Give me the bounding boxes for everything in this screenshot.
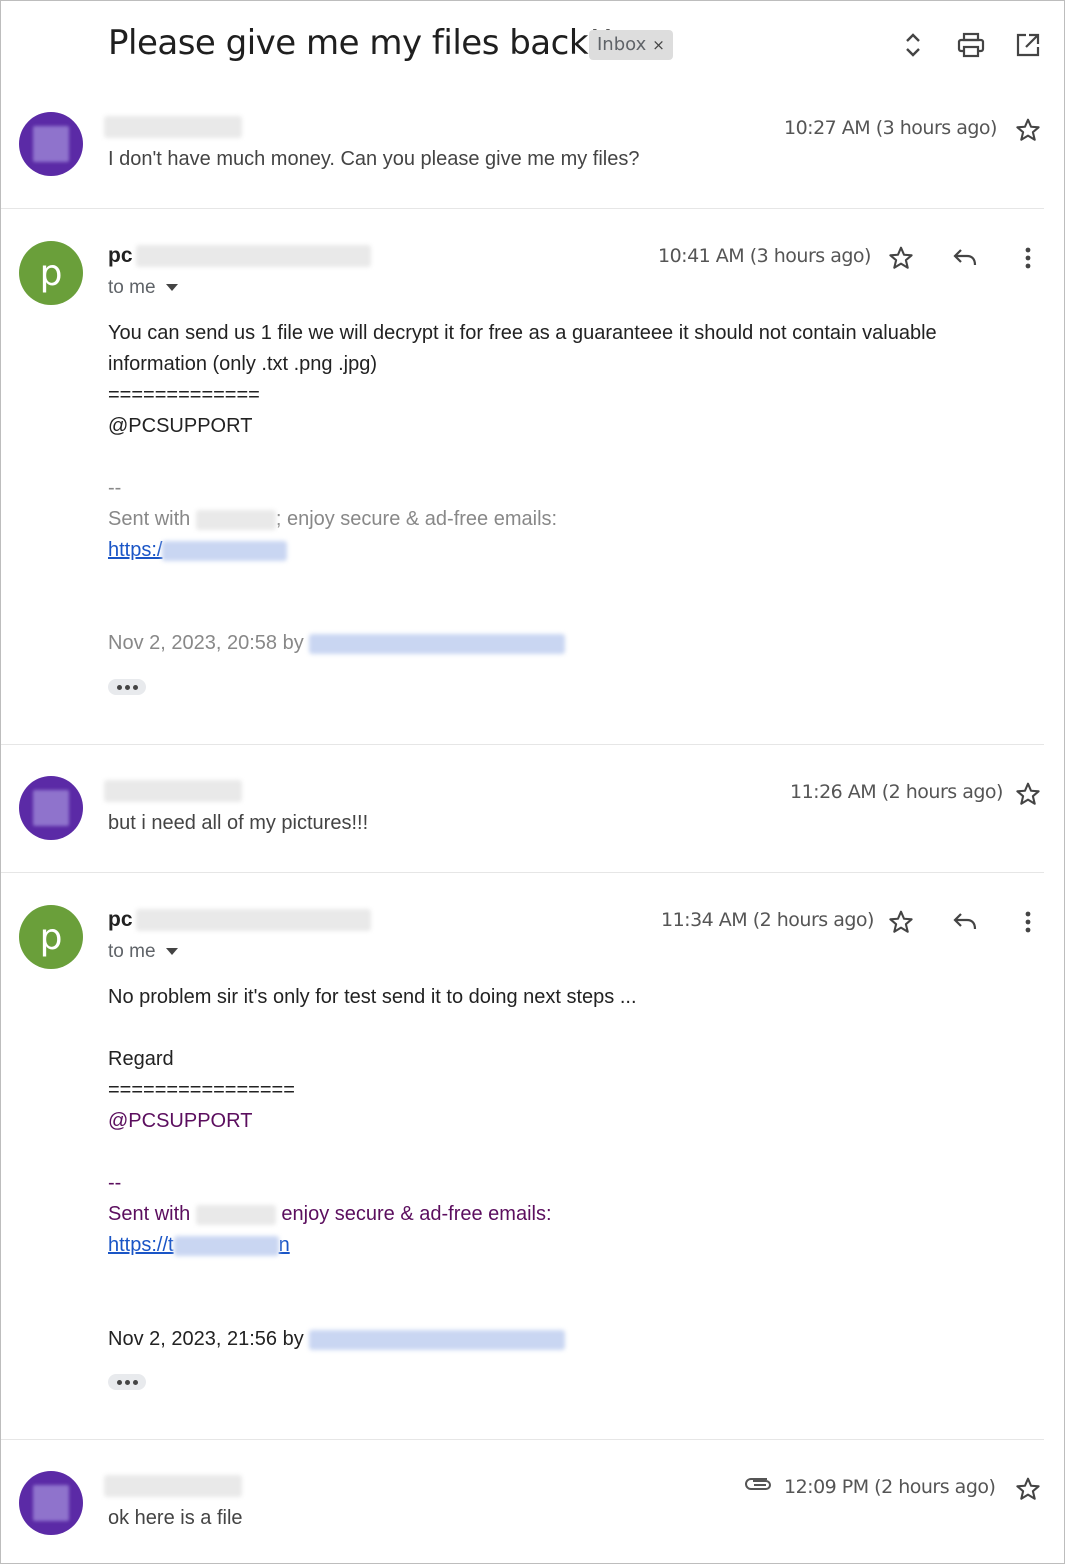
reply-icon[interactable] [950,907,980,937]
message-body-line: @PCSUPPORT [108,415,253,437]
message-expanded: p pc to me 11:34 AM (2 hours ago) No pro… [1,873,1044,1439]
signature-line: Sent with ; enjoy secure & ad-free email… [108,508,557,531]
message-body-line: ============= [108,384,260,406]
message-collapsed[interactable]: ok here is a file 12:09 PM (2 hours ago) [1,1460,1044,1560]
caret-down-icon [165,948,178,956]
star-icon[interactable] [1013,115,1043,145]
star-icon[interactable] [886,243,916,273]
message-divider [1,1439,1044,1440]
message-body-line: Regard [108,1048,174,1070]
message-snippet: but i need all of my pictures!!! [108,812,369,834]
signature-link-line[interactable]: https://t n [108,1234,290,1257]
message-time: 10:41 AM (3 hours ago) [658,245,871,267]
reply-icon[interactable] [950,243,980,273]
recipient-text: to me [108,277,156,298]
open-in-new-window-icon[interactable] [1012,29,1044,61]
star-icon[interactable] [886,907,916,937]
link-redacted [162,540,288,561]
quoted-header-line: Nov 2, 2023, 20:58 by [108,632,566,655]
signature-sent-with: Sent with [108,508,191,530]
thread-subject: Please give me my files back!! [108,23,615,63]
star-icon[interactable] [1013,1474,1043,1504]
quoted-email-redacted [309,633,566,654]
avatar [19,1471,83,1535]
signature-separator: -- [108,477,122,499]
message-collapsed[interactable]: I don't have much money. Can you please … [1,101,1044,207]
signature-link-line[interactable]: https:/ [108,539,288,562]
thread-header: Please give me my files back!! Inbox × [1,1,1064,91]
message-divider [1,744,1044,745]
quoted-email-redacted [309,1329,566,1350]
provider-name-redacted [195,509,276,530]
show-trimmed-content-button[interactable] [108,679,146,695]
more-options-icon[interactable] [1013,243,1043,273]
caret-down-icon [165,284,178,292]
message-body-line: ================ [108,1079,295,1101]
message-expanded: p pc to me 10:41 AM (3 hours ago) You ca… [1,209,1044,744]
print-icon[interactable] [955,29,987,61]
message-snippet: I don't have much money. Can you please … [108,148,640,170]
sender-name-prefix: pc [108,908,133,931]
recipient-details-toggle[interactable]: to me [108,941,178,963]
sender-name[interactable]: pc [108,908,371,932]
signature-rest: ; enjoy secure & ad-free emails: [275,508,558,530]
avatar [19,112,83,176]
message-snippet: ok here is a file [108,1507,243,1529]
expand-collapse-icon[interactable] [897,29,929,61]
quoted-header-line: Nov 2, 2023, 21:56 by [108,1328,566,1351]
more-options-icon[interactable] [1013,907,1043,937]
inbox-label-badge[interactable]: Inbox × [589,30,673,60]
signature-line: Sent with enjoy secure & ad-free emails: [108,1203,552,1226]
quoted-date: Nov 2, 2023, 21:56 by [108,1328,304,1350]
inbox-label-text: Inbox [597,34,647,55]
remove-label-icon[interactable]: × [652,36,665,54]
show-trimmed-content-button[interactable] [108,1374,146,1390]
sender-name-redacted [104,780,242,802]
message-time: 11:26 AM (2 hours ago) [790,781,1003,803]
sender-name-prefix: pc [108,244,133,267]
quoted-date: Nov 2, 2023, 20:58 by [108,632,304,654]
avatar: p [19,241,83,305]
sender-name[interactable]: pc [108,244,371,268]
signature-sent-with: Sent with [108,1203,191,1225]
sender-name-redacted [104,1475,242,1497]
sender-email-redacted [135,245,371,267]
avatar [19,776,83,840]
message-body-line: information (only .txt .png .jpg) [108,353,378,375]
link-redacted [173,1235,279,1256]
signature-link[interactable]: https://t [108,1234,174,1256]
message-body-line: You can send us 1 file we will decrypt i… [108,322,937,344]
sender-email-redacted [135,909,371,931]
recipient-details-toggle[interactable]: to me [108,277,178,299]
provider-name-redacted [195,1204,276,1225]
message-time: 11:34 AM (2 hours ago) [661,909,874,931]
signature-link-end[interactable]: n [279,1234,290,1256]
message-time: 10:27 AM (3 hours ago) [784,117,997,139]
message-body-line: @PCSUPPORT [108,1110,253,1132]
sender-name-redacted [104,116,242,138]
star-icon[interactable] [1013,779,1043,809]
attachment-icon [744,1470,774,1500]
message-collapsed[interactable]: but i need all of my pictures!!! 11:26 A… [1,765,1044,871]
signature-link[interactable]: https:/ [108,539,162,561]
message-body-line: No problem sir it's only for test send i… [108,986,637,1008]
signature-rest: enjoy secure & ad-free emails: [275,1203,552,1225]
message-time: 12:09 PM (2 hours ago) [784,1476,996,1498]
signature-separator: -- [108,1172,122,1194]
recipient-text: to me [108,941,156,962]
avatar: p [19,905,83,969]
